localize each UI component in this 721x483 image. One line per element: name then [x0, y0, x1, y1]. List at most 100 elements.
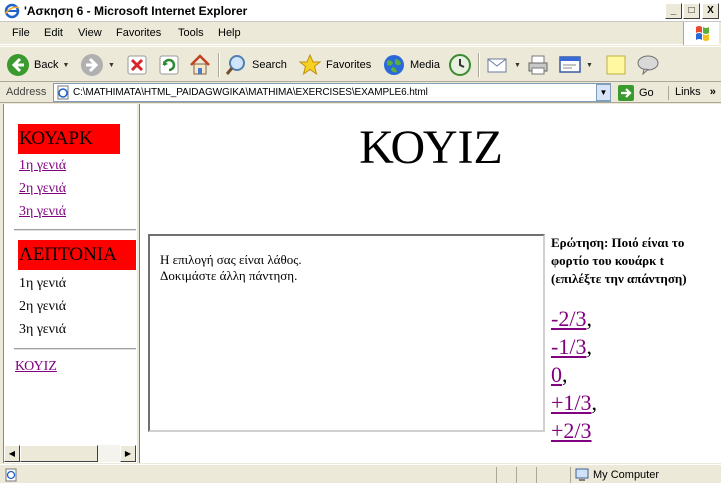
chevron-down-icon[interactable]: ▼ — [586, 62, 593, 69]
menu-file[interactable]: File — [12, 27, 30, 39]
links-label: Links — [675, 86, 701, 98]
option-minus-one-third[interactable]: -1/3 — [551, 334, 586, 359]
scroll-left-icon[interactable]: ◀ — [4, 445, 20, 462]
go-label: Go — [639, 86, 654, 99]
nav-divider — [14, 348, 136, 350]
quiz-frame: ΚΟΥΙΖ Η επιλογή σας είναι λάθος. Δοκιμάσ… — [140, 104, 721, 463]
mail-icon — [487, 58, 507, 73]
navigation-frame: ΚΟΥΑΡΚ 1η γενιά 2η γενιά 3η γενιά ΛΕΠΤΟΝ… — [4, 104, 136, 463]
refresh-icon — [159, 55, 179, 75]
maximize-button[interactable]: □ — [683, 3, 700, 19]
menu-bar: File Edit View Favorites Tools Help — [0, 22, 721, 45]
computer-icon — [575, 468, 589, 481]
html-page-icon — [57, 85, 69, 100]
lepton-gen-2: 2η γενιά — [19, 299, 67, 314]
status-panel — [536, 467, 570, 483]
browser-content: ΚΟΥΑΡΚ 1η γενιά 2η γενιά 3η γενιά ΛΕΠΤΟΝ… — [3, 104, 721, 463]
scroll-right-icon[interactable]: ▶ — [120, 445, 136, 462]
chevron-down-icon[interactable]: ▼ — [514, 62, 521, 69]
menu-favorites[interactable]: Favorites — [116, 27, 161, 39]
option-plus-two-thirds[interactable]: +2/3 — [551, 418, 592, 443]
chevron-down-icon[interactable]: ▼ — [108, 62, 115, 69]
feedback-box: Η επιλογή σας είναι λάθος. Δοκιμάστε άλλ… — [148, 234, 545, 432]
feedback-hint: Δοκιμάστε άλλη πάντηση. — [160, 268, 298, 283]
chevron-down-icon[interactable]: ▼ — [62, 62, 69, 69]
stop-icon — [127, 55, 147, 75]
horizontal-scrollbar[interactable]: ◀ ▶ — [4, 445, 136, 462]
security-zone: My Computer — [570, 467, 659, 483]
address-input[interactable]: C:\MATHIMATA\HTML_PAIDAGWGIKA\MATHIMA\EX… — [53, 83, 611, 102]
address-bar: Address C:\MATHIMATA\HTML_PAIDAGWGIKA\MA… — [0, 82, 721, 103]
mail-button[interactable]: ▼ — [486, 51, 521, 79]
nav-link-quark-gen-2[interactable]: 2η γενιά — [19, 181, 66, 197]
nav-link-quark-gen-3[interactable]: 3η γενιά — [19, 204, 66, 220]
refresh-button[interactable] — [158, 51, 180, 79]
toolbar-separator — [478, 53, 480, 77]
speech-bubble-icon — [637, 55, 659, 76]
quarks-heading: ΚΟΥΑΡΚ — [18, 124, 120, 154]
leptons-heading: ΛΕΠΤΟΝΙΑ — [18, 240, 136, 270]
option-plus-one-third[interactable]: +1/3 — [551, 390, 592, 415]
status-panel — [516, 467, 536, 483]
discuss-button[interactable] — [604, 51, 628, 79]
search-icon — [225, 55, 245, 75]
stop-button[interactable] — [126, 51, 148, 79]
menu-view[interactable]: View — [78, 27, 102, 39]
answer-options: -2/3, -1/3, 0, +1/3, +2/3 — [551, 306, 598, 443]
favorites-button[interactable]: Favorites — [298, 51, 371, 79]
windows-logo-icon — [683, 22, 719, 45]
title-bar: 'Ασκηση 6 - Microsoft Internet Explorer … — [0, 0, 721, 22]
zone-label: My Computer — [593, 469, 660, 481]
scrollbar-thumb[interactable] — [20, 445, 98, 462]
status-bar: My Computer — [0, 464, 721, 483]
home-button[interactable] — [188, 51, 212, 79]
printer-icon — [528, 55, 548, 75]
menu-edit[interactable]: Edit — [44, 27, 63, 39]
home-icon — [190, 54, 210, 75]
media-button[interactable]: Media — [382, 51, 440, 79]
go-button[interactable]: Go — [617, 83, 654, 102]
history-button[interactable] — [448, 51, 472, 79]
lepton-gen-1: 1η γενιά — [19, 276, 67, 291]
forward-button[interactable]: ▼ — [80, 51, 115, 79]
print-button[interactable] — [526, 51, 550, 79]
menu-tools[interactable]: Tools — [178, 27, 204, 39]
note-icon — [606, 55, 626, 75]
status-panel — [496, 467, 516, 483]
search-button[interactable]: Search — [224, 51, 287, 79]
forward-arrow-icon — [81, 54, 103, 76]
nav-link-quark-gen-1[interactable]: 1η γενιά — [19, 158, 66, 174]
option-minus-two-thirds[interactable]: -2/3 — [551, 306, 586, 331]
edit-button[interactable]: ▼ — [558, 51, 593, 79]
favorites-label: Favorites — [326, 59, 372, 71]
address-label: Address — [6, 86, 47, 98]
internet-explorer-icon — [4, 3, 20, 19]
search-label: Search — [252, 59, 287, 71]
media-label: Media — [410, 59, 440, 71]
links-toolbar-button[interactable]: Links » — [668, 86, 716, 100]
window-title: 'Ασκηση 6 - Microsoft Internet Explorer — [24, 4, 248, 18]
back-button[interactable]: Back ▼ — [6, 51, 69, 79]
menu-help[interactable]: Help — [218, 27, 241, 39]
go-arrow-icon — [618, 84, 634, 101]
option-zero[interactable]: 0 — [551, 362, 562, 387]
messenger-button[interactable] — [636, 51, 660, 79]
close-button[interactable]: X — [702, 3, 719, 19]
star-icon — [298, 53, 322, 76]
toolbar-separator — [218, 53, 220, 77]
standard-toolbar: Back ▼ ▼ Search Favorites Media ▼ ▼ — [0, 46, 721, 82]
history-clock-icon — [449, 54, 471, 76]
media-globe-icon — [384, 55, 404, 75]
back-arrow-icon — [7, 54, 29, 76]
nav-link-quiz[interactable]: ΚΟΥΙΖ — [15, 359, 57, 375]
page-title: ΚΟΥΙΖ — [359, 121, 503, 174]
nav-divider — [14, 229, 136, 231]
lepton-gen-3: 3η γενιά — [19, 322, 67, 337]
edit-page-icon — [559, 56, 581, 73]
page-status-icon — [5, 468, 17, 482]
address-value: C:\MATHIMATA\HTML_PAIDAGWGIKA\MATHIMA\EX… — [73, 87, 428, 98]
minimize-button[interactable]: _ — [665, 3, 682, 19]
address-dropdown-button[interactable]: ▼ — [596, 84, 611, 101]
question-text: Ερώτηση: Ποιό είναι το φορτίο του κουάρκ… — [551, 235, 687, 286]
feedback-message: Η επιλογή σας είναι λάθος. — [160, 252, 302, 267]
